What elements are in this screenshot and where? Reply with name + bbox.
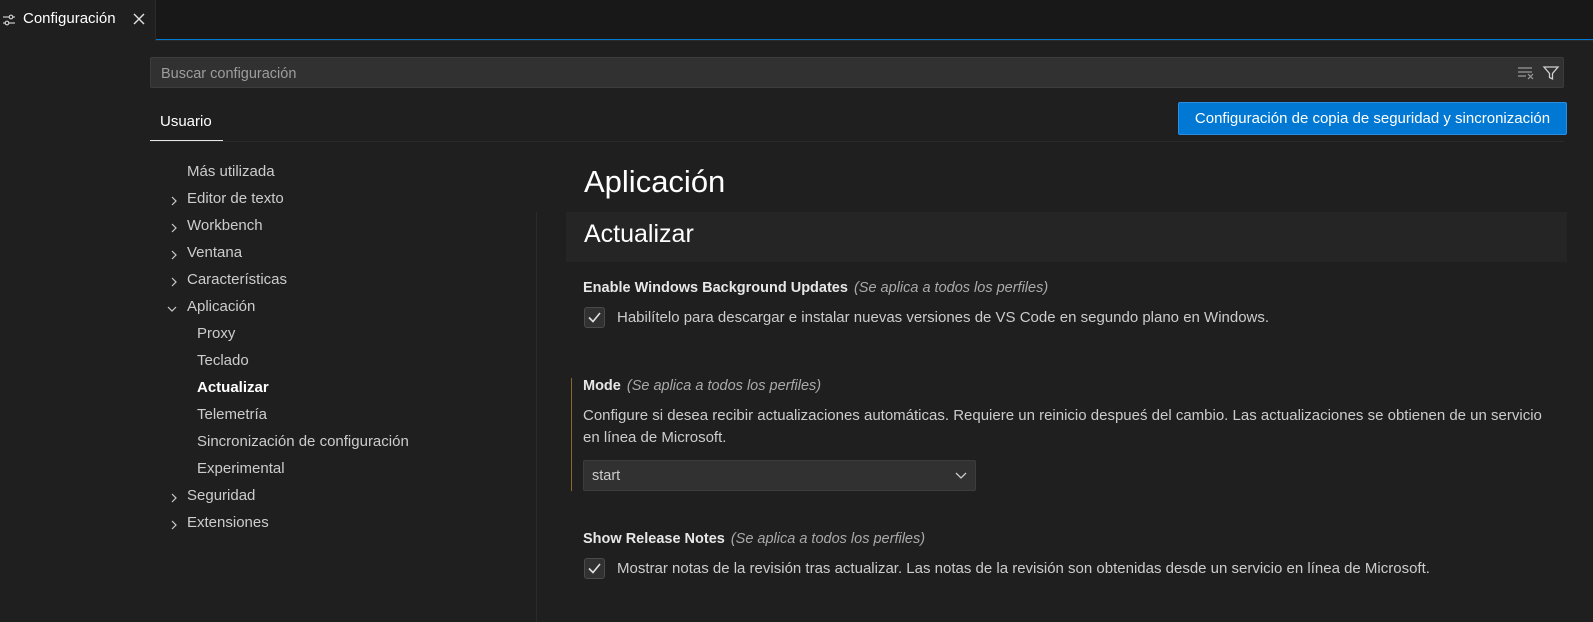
- divider: [150, 141, 1564, 142]
- settings-sliders-icon: [2, 13, 16, 27]
- setting-title: Mode (Se aplica a todos los perfiles): [583, 378, 821, 394]
- checkmark-icon: [588, 563, 601, 574]
- toc-splitter[interactable]: [536, 212, 537, 622]
- checkbox-windows-background-updates[interactable]: [584, 307, 605, 328]
- toc-item-experimental[interactable]: Experimental: [197, 460, 285, 477]
- chevron-right-icon[interactable]: [168, 518, 180, 530]
- toc-item-window[interactable]: Ventana: [187, 244, 242, 261]
- setting-scope-note: (Se aplica a todos los perfiles): [853, 280, 1049, 296]
- toc-item-update[interactable]: Actualizar: [197, 379, 269, 396]
- subsection-header: Actualizar: [566, 212, 1567, 262]
- focused-setting-indicator: [571, 378, 572, 491]
- setting-scope-note: (Se aplica a todos los perfiles): [730, 531, 926, 547]
- chevron-right-icon[interactable]: [168, 491, 180, 503]
- tab-bar-accent-line: [156, 39, 1593, 40]
- toc-item-workbench[interactable]: Workbench: [187, 217, 263, 234]
- setting-description: Mostrar notas de la revisión tras actual…: [617, 560, 1430, 577]
- setting-scope-note: (Se aplica a todos los perfiles): [626, 378, 822, 394]
- tab-label: Configuración: [23, 10, 116, 27]
- setting-description: Habilítelo para descargar e instalar nue…: [617, 309, 1270, 326]
- close-icon[interactable]: [131, 11, 147, 27]
- update-mode-select[interactable]: start: [583, 460, 976, 491]
- search-input[interactable]: [159, 62, 1503, 86]
- tab-settings[interactable]: Configuración: [0, 0, 156, 41]
- checkbox-show-release-notes[interactable]: [584, 558, 605, 579]
- filter-icon[interactable]: [1542, 64, 1560, 82]
- toc-item-extensions[interactable]: Extensiones: [187, 514, 269, 531]
- setting-description: Configure si desea recibir actualizacion…: [583, 407, 1542, 446]
- search-box: [150, 57, 1564, 88]
- tab-user-settings[interactable]: Usuario: [150, 107, 223, 141]
- setting-title: Show Release Notes (Se aplica a todos los…: [583, 531, 925, 547]
- setting-name: Mode: [583, 378, 621, 394]
- backup-sync-button[interactable]: Configuración de copia de seguridad y si…: [1178, 102, 1567, 135]
- editor-tab-bar: Configuración: [0, 0, 1593, 41]
- toc-item-security[interactable]: Seguridad: [187, 487, 255, 504]
- subsection-title: Actualizar: [584, 220, 694, 248]
- setting-name: Enable Windows Background Updates: [583, 280, 848, 296]
- select-value: start: [592, 468, 621, 484]
- toc-item-features[interactable]: Características: [187, 271, 287, 288]
- section-title: Aplicación: [584, 164, 726, 199]
- chevron-right-icon[interactable]: [168, 275, 180, 287]
- toc-item-application[interactable]: Aplicación: [187, 298, 255, 315]
- toc-item-telemetry[interactable]: Telemetría: [197, 406, 267, 423]
- toc-item-proxy[interactable]: Proxy: [197, 325, 235, 342]
- toc-item-keyboard[interactable]: Teclado: [197, 352, 249, 369]
- checkmark-icon: [588, 312, 601, 323]
- chevron-down-icon: [954, 470, 968, 482]
- toc-item-settings-sync[interactable]: Sincronización de configuración: [197, 433, 409, 450]
- toc-item-most-used[interactable]: Más utilizada: [187, 163, 275, 180]
- setting-name: Show Release Notes: [583, 531, 725, 547]
- chevron-down-icon[interactable]: [166, 302, 178, 314]
- clear-filter-icon[interactable]: [1517, 66, 1535, 80]
- toc-item-text-editor[interactable]: Editor de texto: [187, 190, 284, 207]
- chevron-right-icon[interactable]: [168, 221, 180, 233]
- chevron-right-icon[interactable]: [168, 194, 180, 206]
- chevron-right-icon[interactable]: [168, 248, 180, 260]
- tab-user-label: Usuario: [160, 113, 212, 130]
- setting-title: Enable Windows Background Updates (Se apl…: [583, 280, 1048, 296]
